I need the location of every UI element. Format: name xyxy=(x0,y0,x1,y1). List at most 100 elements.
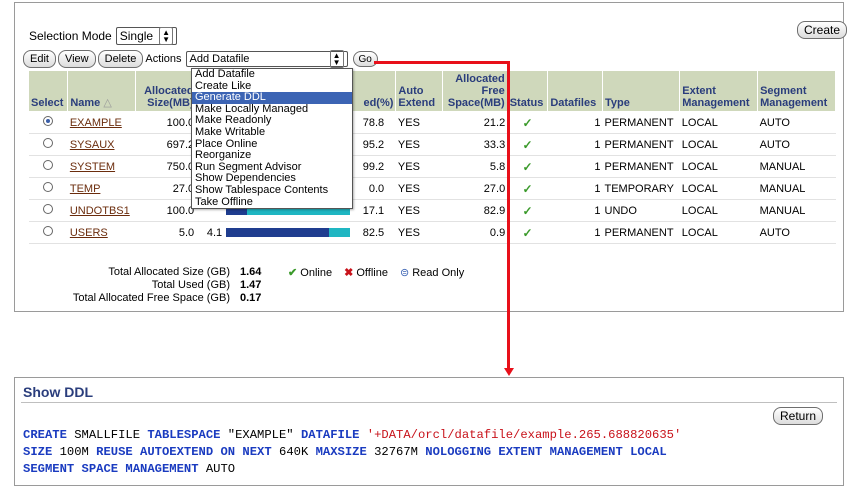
row-allocated-size: 697.2 xyxy=(135,133,197,156)
check-icon: ✔ xyxy=(288,267,298,279)
legend-online: ✔ Online xyxy=(288,266,332,279)
row-name[interactable]: UNDOTBS1 xyxy=(67,199,136,222)
row-select-radio[interactable] xyxy=(28,111,68,134)
radio-icon[interactable] xyxy=(43,204,54,214)
table-row[interactable]: TEMP 27.0 0.0 YES 27.0 ✓ 1 TEMPORARY LOCAL MANUAL xyxy=(28,177,836,200)
legend-offline: ✖ Offline xyxy=(344,266,388,279)
col-allocated-size: Allocated Size(MB) xyxy=(134,70,197,112)
col-name[interactable]: Name △ xyxy=(67,70,136,112)
actions-label: Actions xyxy=(145,53,182,65)
menu-item[interactable]: Reorganize xyxy=(192,150,352,162)
row-select-radio[interactable] xyxy=(28,155,68,178)
row-used-pct: 99.2 xyxy=(362,160,385,173)
actions-dropdown-menu: Add Datafile Create Like Generate DDL Make … xyxy=(191,68,353,210)
table-row[interactable]: EXAMPLE 100.0 78.8 YES 21.2 ✓ 1 PERMANENT LOCAL A… xyxy=(28,111,836,134)
total-used-label: Total Used (GB) xyxy=(151,279,230,291)
tablespace-link[interactable]: UNDOTBS1 xyxy=(70,205,130,217)
divider xyxy=(21,402,837,403)
row-status: ✓ xyxy=(507,133,548,156)
ddl-code-block: CREATE SMALLFILE TABLESPACE "EXAMPLE" DA… xyxy=(23,428,682,476)
create-button[interactable]: Create xyxy=(797,21,848,39)
selection-mode-value: Single xyxy=(119,29,154,43)
row-name[interactable]: EXAMPLE xyxy=(67,111,136,134)
row-type: TEMPORARY xyxy=(602,177,680,200)
row-extent-mgmt: LOCAL xyxy=(679,133,758,156)
row-auto-extend: YES xyxy=(395,199,443,222)
totals: Total Allocated Size (GB) 1.64 Total Used… xyxy=(28,266,262,305)
row-auto-extend: YES xyxy=(395,221,443,244)
row-type: UNDO xyxy=(602,199,680,222)
row-status: ✓ xyxy=(507,177,548,200)
row-name[interactable]: USERS xyxy=(67,221,136,244)
menu-item[interactable]: Make Writable xyxy=(192,126,352,139)
col-name-label: Name xyxy=(70,97,101,109)
row-select-radio[interactable] xyxy=(28,199,68,222)
table-row[interactable]: USERS 5.0 4.1 82.5 YES 0.9 ✓ 1 PERMANENT LOCAL AUT… xyxy=(28,221,836,244)
selection-mode-label: Selection Mode xyxy=(29,29,112,43)
callout-arrow-head-icon xyxy=(504,368,514,376)
selection-mode-select[interactable]: Single ▲ ▼ xyxy=(115,27,177,45)
actions-select[interactable]: Add Datafile ▲ ▼ xyxy=(185,50,348,68)
table-row[interactable]: SYSAUX 697.2 95.2 YES 33.3 ✓ 1 PERMANENT LOCAL AU… xyxy=(28,133,836,156)
online-check-icon: ✓ xyxy=(522,181,533,196)
row-type: PERMANENT xyxy=(602,155,680,178)
row-segment-mgmt: AUTO xyxy=(757,111,836,134)
total-free-label: Total Allocated Free Space (GB) xyxy=(72,292,230,304)
online-check-icon: ✓ xyxy=(522,137,533,152)
table-row[interactable]: SYSTEM 750.0 99.2 YES 5.8 ✓ 1 PERMANENT LOCAL MAN… xyxy=(28,155,836,178)
row-name[interactable]: SYSTEM xyxy=(67,155,136,178)
row-auto-extend: YES xyxy=(395,111,443,134)
row-auto-extend: YES xyxy=(395,177,443,200)
row-name[interactable]: TEMP xyxy=(67,177,136,200)
tablespace-link[interactable]: EXAMPLE xyxy=(70,117,122,129)
col-auto-extend: Auto Extend xyxy=(395,70,443,112)
tablespace-link[interactable]: TEMP xyxy=(70,183,101,195)
row-used-pct: 95.2 xyxy=(362,138,385,151)
menu-item[interactable]: Add Datafile xyxy=(192,68,352,81)
updown-arrows-icon: ▲ ▼ xyxy=(329,50,344,68)
edit-button[interactable]: Edit xyxy=(23,50,56,68)
row-allocated-size: 750.0 xyxy=(135,155,197,178)
delete-button[interactable]: Delete xyxy=(97,50,144,68)
row-allocated-size: 100.0 xyxy=(135,111,197,134)
radio-icon[interactable] xyxy=(43,160,54,170)
row-status: ✓ xyxy=(507,111,548,134)
radio-icon[interactable] xyxy=(43,138,54,148)
row-type: PERMANENT xyxy=(602,221,680,244)
table-header-row: Select Name △ Allocated Size(MB) ed(%) A… xyxy=(27,70,836,112)
return-button[interactable]: Return xyxy=(773,407,824,425)
row-select-radio[interactable] xyxy=(28,221,68,244)
row-used-mb: 4.1 xyxy=(206,226,223,239)
table-row[interactable]: UNDOTBS1 100.0 17.1 YES 82.9 ✓ 1 UNDO LOCAL MANUA… xyxy=(28,199,836,222)
online-check-icon: ✓ xyxy=(522,203,533,218)
selection-mode: Selection Mode Single ▲ ▼ xyxy=(29,27,177,45)
ddl-title: Show DDL xyxy=(23,384,93,400)
legend-offline-label: Offline xyxy=(356,267,388,279)
row-allocated-size: 27.0 xyxy=(135,177,197,200)
row-select-radio[interactable] xyxy=(28,133,68,156)
tablespace-link[interactable]: SYSAUX xyxy=(70,139,115,151)
menu-item[interactable]: Take Offline xyxy=(192,196,352,209)
row-extent-mgmt: LOCAL xyxy=(679,155,758,178)
row-allocated-free: 5.8 xyxy=(442,155,508,178)
tablespace-link[interactable]: USERS xyxy=(70,227,108,239)
row-segment-mgmt: MANUAL xyxy=(757,155,836,178)
tablespace-link[interactable]: SYSTEM xyxy=(70,161,115,173)
radio-icon[interactable] xyxy=(43,226,54,236)
usage-bar-fill xyxy=(226,228,330,238)
legend-readonly: ⊜ Read Only xyxy=(400,266,464,279)
row-extent-mgmt: LOCAL xyxy=(679,221,758,244)
view-button[interactable]: View xyxy=(57,50,96,68)
row-select-radio[interactable] xyxy=(28,177,68,200)
menu-item[interactable]: Show Tablespace Contents xyxy=(192,184,352,197)
online-check-icon: ✓ xyxy=(522,225,533,240)
row-auto-extend: YES xyxy=(395,133,443,156)
row-name[interactable]: SYSAUX xyxy=(67,133,136,156)
row-extent-mgmt: LOCAL xyxy=(679,111,758,134)
row-used-pct: 0.0 xyxy=(368,182,385,195)
row-allocated-free: 82.9 xyxy=(442,199,508,222)
row-used-pct: 17.1 xyxy=(362,204,385,217)
radio-icon[interactable] xyxy=(43,182,54,192)
radio-icon[interactable] xyxy=(43,116,54,126)
go-button[interactable]: Go xyxy=(352,51,378,67)
